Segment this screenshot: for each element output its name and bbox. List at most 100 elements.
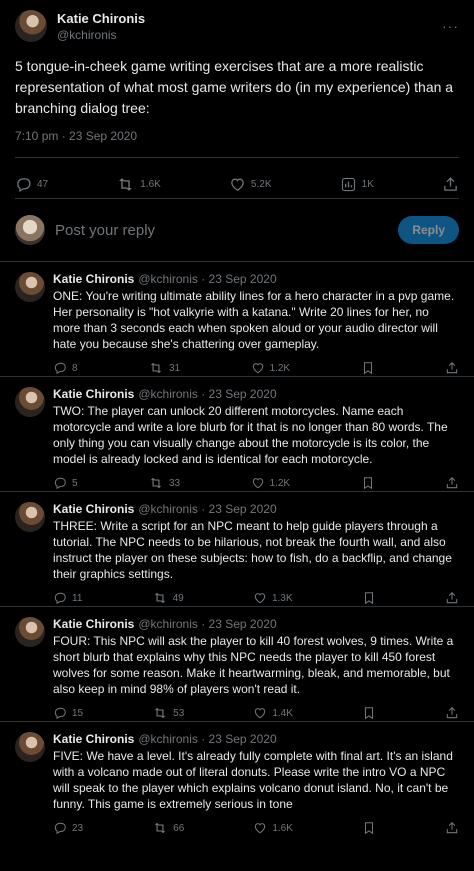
reply-tweet[interactable]: Katie Chironis @kchironis · 23 Sep 2020 O… [0, 262, 474, 376]
retweet-button[interactable]: 49 [152, 591, 184, 605]
avatar[interactable] [15, 387, 45, 417]
tweet-actions: 23 66 1.6K [53, 821, 459, 835]
reply-submit-button[interactable]: Reply [398, 216, 459, 244]
retweet-count: 49 [172, 592, 184, 604]
reply-composer: Post your reply Reply [0, 199, 474, 261]
like-button[interactable]: 1.3K [253, 591, 293, 605]
reply-header: Katie Chironis @kchironis · 23 Sep 2020 [53, 502, 459, 516]
user-avatar[interactable] [15, 215, 45, 245]
tweet-text: FIVE: We have a level. It's already full… [53, 749, 453, 811]
like-button[interactable]: 1.4K [253, 706, 293, 720]
avatar[interactable] [15, 732, 45, 762]
retweet-icon [152, 706, 168, 720]
reply-icon [53, 476, 67, 490]
tweet-text: ONE: You're writing ultimate ability lin… [53, 289, 455, 351]
author-handle[interactable]: @kchironis [57, 28, 145, 42]
author-block: Katie Chironis @kchironis [57, 11, 145, 42]
like-count: 1.4K [272, 707, 293, 719]
views-stat[interactable]: 1K [340, 172, 374, 196]
reply-header: Katie Chironis @kchironis · 23 Sep 2020 [53, 617, 459, 631]
bookmark-button[interactable] [361, 476, 375, 490]
author-handle-time[interactable]: @kchironis · 23 Sep 2020 [138, 272, 276, 286]
bookmark-button[interactable] [362, 591, 376, 605]
tweet-actions: 15 53 1.4K [53, 706, 459, 720]
reply-icon [53, 706, 67, 720]
reply-button[interactable]: 15 [53, 706, 83, 720]
reply-icon [53, 361, 67, 375]
retweet-button[interactable]: 66 [152, 821, 184, 835]
reply-button[interactable]: 23 [53, 821, 83, 835]
reply-count: 23 [72, 822, 84, 834]
author-name[interactable]: Katie Chironis [53, 617, 134, 631]
like-count: 1.2K [269, 477, 291, 489]
retweet-button[interactable]: 33 [148, 476, 180, 490]
retweet-button[interactable]: 1.6K [116, 172, 161, 196]
author-handle-time[interactable]: @kchironis · 23 Sep 2020 [138, 732, 276, 746]
reply-tweet[interactable]: Katie Chironis @kchironis · 23 Sep 2020 F… [0, 722, 474, 836]
share-button[interactable] [445, 361, 459, 375]
share-button[interactable] [442, 172, 459, 196]
like-icon [253, 821, 267, 835]
retweet-count: 53 [173, 707, 185, 719]
author-name[interactable]: Katie Chironis [53, 272, 134, 286]
reply-body: Katie Chironis @kchironis · 23 Sep 2020 F… [53, 732, 459, 836]
like-icon [251, 361, 265, 375]
like-button[interactable]: 1.6K [253, 821, 293, 835]
views-icon [340, 176, 357, 193]
tweet-actions: 11 49 1.3K [53, 591, 459, 605]
reply-button[interactable]: 11 [53, 591, 82, 605]
tweet-actions: 8 31 1.2K [53, 361, 459, 375]
author-name[interactable]: Katie Chironis [53, 387, 134, 401]
like-icon [251, 476, 265, 490]
retweet-button[interactable]: 53 [152, 706, 184, 720]
bookmark-button[interactable] [362, 821, 376, 835]
share-button[interactable] [445, 591, 459, 605]
reply-tweet[interactable]: Katie Chironis @kchironis · 23 Sep 2020 T… [0, 377, 474, 491]
avatar[interactable] [15, 502, 45, 532]
reply-tweet[interactable]: Katie Chironis @kchironis · 23 Sep 2020 T… [0, 492, 474, 606]
share-button[interactable] [445, 476, 459, 490]
avatar[interactable] [15, 272, 45, 302]
reply-body: Katie Chironis @kchironis · 23 Sep 2020 F… [53, 617, 459, 721]
reply-button[interactable]: 5 [53, 476, 78, 490]
retweet-button[interactable]: 31 [148, 361, 180, 375]
reply-button[interactable]: 8 [53, 361, 78, 375]
like-count: 5.2K [250, 178, 272, 190]
reply-button[interactable]: 47 [15, 172, 48, 196]
bookmark-button[interactable] [362, 706, 376, 720]
reply-header: Katie Chironis @kchironis · 23 Sep 2020 [53, 387, 459, 401]
share-icon [445, 821, 459, 835]
tweet-text: FOUR: This NPC will ask the player to ki… [53, 634, 454, 696]
reply-body: Katie Chironis @kchironis · 23 Sep 2020 O… [53, 272, 459, 376]
reply-input[interactable]: Post your reply [55, 222, 155, 239]
author-handle-time[interactable]: @kchironis · 23 Sep 2020 [138, 617, 276, 631]
bookmark-button[interactable] [361, 361, 375, 375]
share-button[interactable] [445, 821, 459, 835]
author-handle-time[interactable]: @kchironis · 23 Sep 2020 [138, 387, 276, 401]
author-handle-time[interactable]: @kchironis · 23 Sep 2020 [138, 502, 276, 516]
share-button[interactable] [445, 706, 459, 720]
avatar[interactable] [15, 10, 47, 42]
main-tweet-actions: 47 1.6K 5.2K 1K [0, 158, 474, 196]
more-options-icon[interactable]: ··· [442, 18, 459, 34]
like-button[interactable]: 1.2K [251, 361, 290, 375]
reply-icon [53, 591, 67, 605]
bookmark-icon [361, 476, 375, 490]
reply-count: 5 [72, 477, 78, 489]
retweet-icon [148, 361, 164, 375]
reply-count: 47 [37, 178, 49, 190]
tweet-timestamp[interactable]: 7:10 pm · 23 Sep 2020 [15, 129, 459, 143]
author-name[interactable]: Katie Chironis [57, 11, 145, 26]
reply-thread: Katie Chironis @kchironis · 23 Sep 2020 O… [0, 262, 474, 836]
author-name[interactable]: Katie Chironis [53, 502, 134, 516]
avatar[interactable] [15, 617, 45, 647]
reply-count: 15 [72, 707, 84, 719]
reply-tweet[interactable]: Katie Chironis @kchironis · 23 Sep 2020 F… [0, 607, 474, 721]
like-button[interactable]: 1.2K [251, 476, 291, 490]
bookmark-icon [362, 821, 376, 835]
author-name[interactable]: Katie Chironis [53, 732, 134, 746]
tweet-actions: 5 33 1.2K [53, 476, 459, 490]
like-button[interactable]: 5.2K [229, 172, 272, 196]
share-icon [445, 706, 459, 720]
tweet-text: THREE: Write a script for an NPC meant t… [53, 519, 452, 581]
